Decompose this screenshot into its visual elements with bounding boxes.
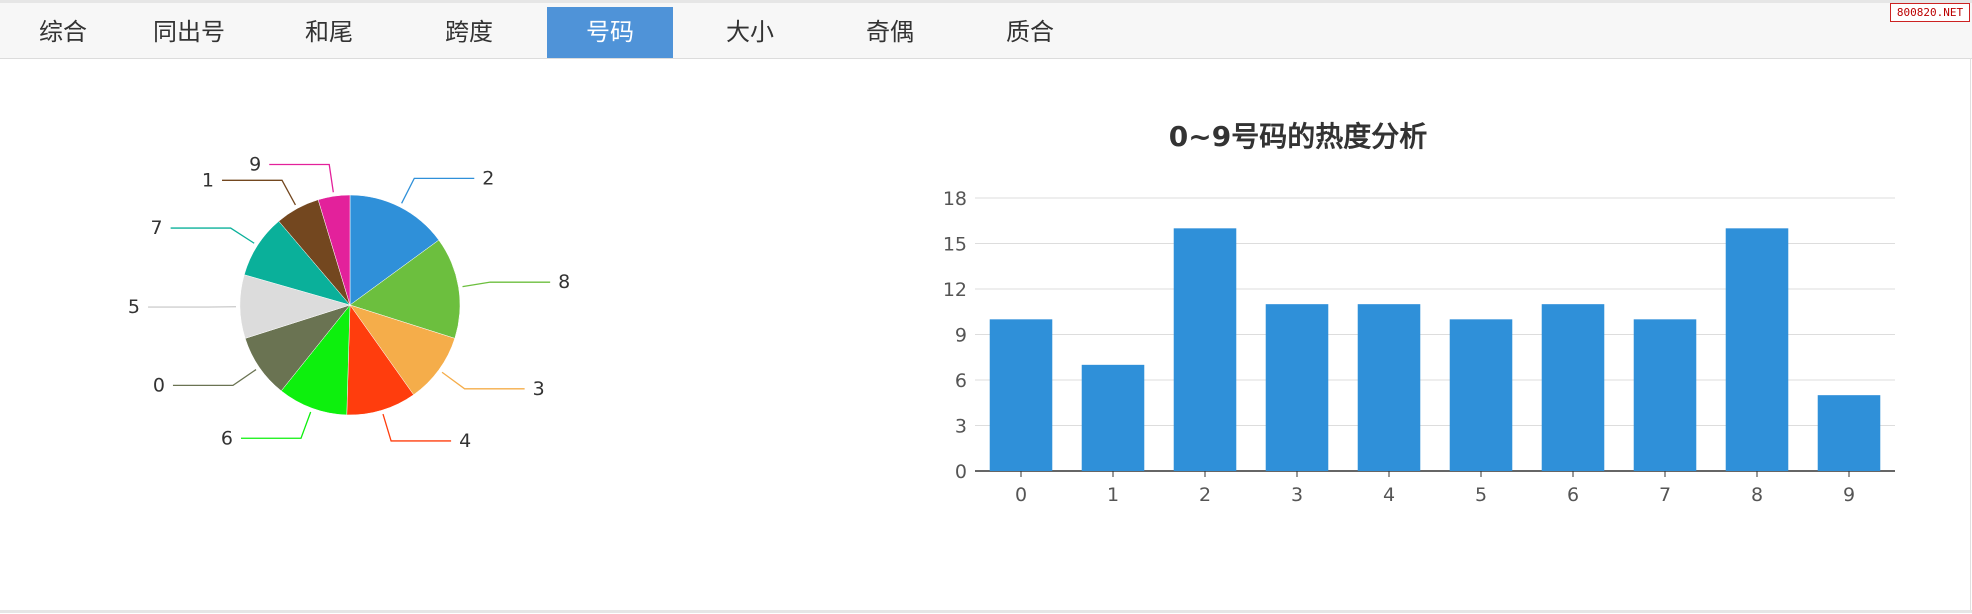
tab-bar: 综合 同出号 和尾 跨度 号码 大小 奇偶 质合 [0,3,1972,59]
bar-ytick-label: 9 [955,325,967,347]
pie-chart: 2 8 3 4 6 0 5 7 1 9 [128,154,570,452]
bar-2 [1173,228,1237,471]
bottom-border [0,610,1972,613]
pie-label-8: 8 [558,271,570,293]
bar-ytick-label: 12 [943,279,967,301]
watermark-badge: 800820.NET [1890,3,1970,22]
bar-xtick-label: 0 [1015,484,1027,506]
bar-4 [1357,304,1421,471]
bar-xtick-label: 7 [1659,484,1671,506]
pie-label-0: 0 [153,374,165,396]
bar-xtick-label: 5 [1475,484,1487,506]
bar-1 [1081,364,1145,471]
right-divider [1970,58,1971,610]
bar-xtick-label: 8 [1751,484,1763,506]
pie-leader-7 [170,227,255,244]
tab-daxiao[interactable]: 大小 [687,7,813,58]
pie-label-5: 5 [128,296,140,318]
tab-zonghe[interactable]: 综合 [0,7,126,58]
pie-leader-0 [172,369,257,387]
bar-0 [989,319,1053,471]
bar-xtick-label: 3 [1291,484,1303,506]
bar-ytick-label: 6 [955,370,967,392]
pie-leader-1 [222,179,297,206]
tab-hewei[interactable]: 和尾 [266,7,392,58]
bar-xtick-label: 1 [1107,484,1119,506]
pie-label-2: 2 [482,167,494,189]
pie-label-7: 7 [151,217,163,239]
bar-5 [1449,319,1513,471]
pie-leader-8 [462,281,551,288]
bar-9 [1817,395,1881,471]
pie-label-3: 3 [533,378,545,400]
bar-ytick-label: 15 [943,234,967,256]
pie-leader-2 [401,177,475,204]
bar-ytick-label: 3 [955,416,967,438]
pie-leader-6 [241,411,312,439]
pie-label-9: 9 [249,154,261,176]
bar-8 [1725,228,1789,471]
pie-label-1: 1 [202,169,214,191]
bar-3 [1265,304,1329,471]
pie-leader-4 [382,413,452,442]
tab-zhihe[interactable]: 质合 [967,7,1093,58]
bar-xtick-label: 6 [1567,484,1579,506]
bar-xtick-label: 4 [1383,484,1395,506]
bar-chart-title: 0~9号码的热度分析 [1169,120,1427,153]
bar-chart: 0~9号码的热度分析03691215180 1 2 3 4 5 6 7 8 9 [943,120,1895,506]
pie-label-4: 4 [459,430,471,452]
tab-haoma[interactable]: 号码 [547,7,673,58]
bar-ytick-label: 0 [955,461,967,483]
bar-xtick-label: 9 [1843,484,1855,506]
pie-label-6: 6 [221,427,233,449]
tab-kuadu[interactable]: 跨度 [406,7,532,58]
bar-xtick-label: 2 [1199,484,1211,506]
bar-ytick-label: 18 [943,188,967,210]
bar-6 [1541,304,1605,471]
pie-leader-3 [441,371,525,390]
tab-tongchuhao[interactable]: 同出号 [126,7,252,58]
tab-jiou[interactable]: 奇偶 [827,7,953,58]
bar-7 [1633,319,1697,471]
pie-leader-9 [269,163,334,193]
